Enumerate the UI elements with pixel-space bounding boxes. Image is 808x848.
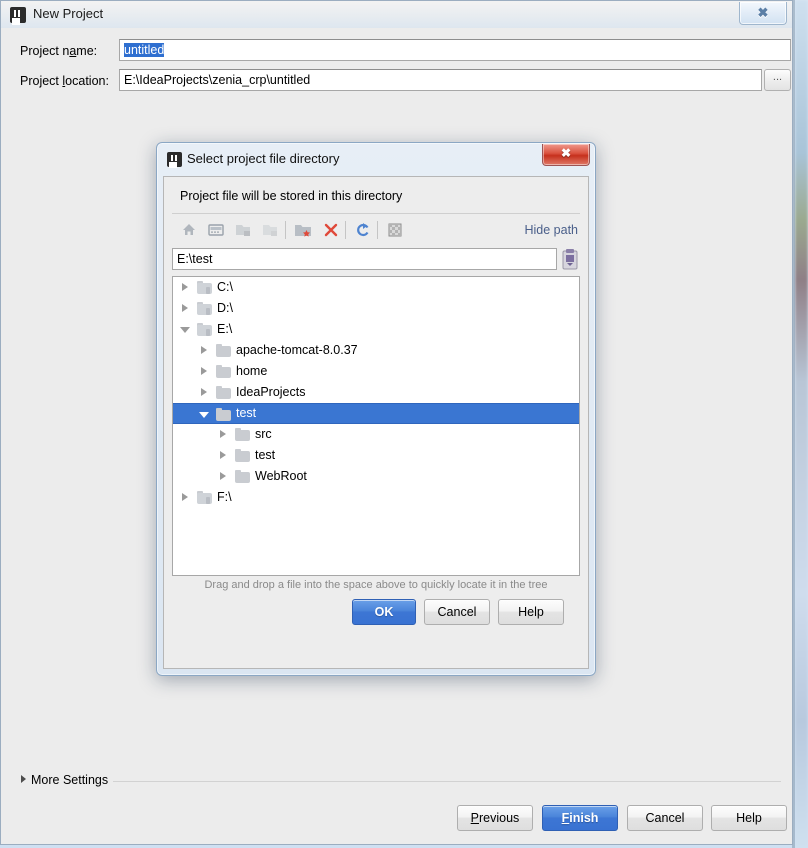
refresh-icon[interactable]: [352, 219, 374, 241]
help-button[interactable]: Help: [711, 805, 787, 831]
tree-row[interactable]: test: [173, 403, 579, 424]
dialog-titlebar: Select project file directory ✖: [157, 143, 595, 176]
folder-up-icon: [259, 219, 281, 241]
project-name-label: Project name:: [20, 44, 98, 58]
chevron-right-icon[interactable]: [198, 382, 212, 403]
tree-row-label: home: [236, 364, 268, 378]
toolbar-separator: [285, 221, 286, 239]
tree-row[interactable]: C:\: [173, 277, 579, 298]
dialog-close-button[interactable]: ✖: [542, 144, 590, 166]
drive-icon: [197, 302, 212, 315]
tree-row[interactable]: src: [173, 424, 579, 445]
project-name-input[interactable]: untitled: [119, 39, 791, 61]
intellij-logo-icon: [167, 152, 182, 167]
folder-icon: [235, 449, 250, 462]
finish-button[interactable]: Finish: [542, 805, 618, 831]
ok-button[interactable]: OK: [352, 599, 416, 625]
dialog-divider: [172, 213, 580, 214]
chevron-right-icon[interactable]: [217, 445, 231, 466]
tree-row[interactable]: F:\: [173, 487, 579, 508]
tree-row-label: WebRoot: [255, 469, 307, 483]
tree-row-label: C:\: [217, 280, 233, 294]
window-close-button[interactable]: ✖: [739, 2, 787, 25]
project-location-label: Project location:: [20, 74, 109, 88]
tree-hint-text: Drag and drop a file into the space abov…: [204, 579, 548, 591]
more-settings-toggle[interactable]: More Settings: [21, 773, 108, 787]
tree-row[interactable]: E:\: [173, 319, 579, 340]
tree-row-label: src: [255, 427, 272, 441]
tree-row-label: IdeaProjects: [236, 385, 306, 399]
path-input[interactable]: E:\test: [172, 248, 557, 270]
project-location-input[interactable]: E:\IdeaProjects\zenia_crp\untitled: [119, 69, 762, 91]
new-folder-icon[interactable]: [292, 219, 314, 241]
dialog-body: Project file will be stored in this dire…: [163, 176, 589, 669]
project-name-value: untitled: [124, 43, 165, 57]
toolbar-separator: [377, 221, 378, 239]
directory-tree[interactable]: C:\ D:\ E:\ apache-tomcat-8.0.37 home IdeaPro…: [172, 276, 580, 576]
dialog-toolbar: Hide path: [172, 215, 580, 245]
tree-row[interactable]: apache-tomcat-8.0.37: [173, 340, 579, 361]
tree-row-label: D:\: [217, 301, 233, 315]
chevron-right-icon[interactable]: [217, 466, 231, 487]
tree-row-label: E:\: [217, 322, 233, 336]
chevron-right-icon[interactable]: [198, 361, 212, 382]
hide-path-link[interactable]: Hide path: [524, 223, 578, 237]
help-button[interactable]: Help: [498, 599, 564, 625]
chevron-down-icon[interactable]: [198, 404, 212, 425]
window-title: New Project: [33, 6, 104, 21]
chevron-right-icon[interactable]: [179, 487, 193, 508]
drive-icon: [197, 323, 212, 336]
new-project-window: New Project ✖ Project name: untitled Pro…: [0, 0, 793, 845]
folder-icon: [235, 428, 250, 441]
desktop-icon[interactable]: [205, 219, 227, 241]
tree-row[interactable]: home: [173, 361, 579, 382]
folder-icon: [235, 470, 250, 483]
toolbar-separator: [345, 221, 346, 239]
tree-row-label: F:\: [217, 490, 232, 504]
home-icon[interactable]: [178, 219, 200, 241]
paste-clipboard-icon[interactable]: [560, 247, 580, 271]
more-settings-divider: [113, 781, 781, 782]
delete-icon[interactable]: [320, 219, 342, 241]
drive-icon: [197, 491, 212, 504]
show-hidden-icon[interactable]: [384, 219, 406, 241]
drive-icon: [197, 281, 212, 294]
close-icon: ✖: [560, 146, 572, 160]
backdrop-right-strip: [795, 0, 808, 848]
folder-down-icon: [232, 219, 254, 241]
chevron-right-icon[interactable]: [179, 298, 193, 319]
chevron-right-icon: [21, 775, 26, 783]
browse-location-button[interactable]: ...: [764, 69, 791, 91]
tree-row[interactable]: D:\: [173, 298, 579, 319]
folder-icon: [216, 365, 231, 378]
dialog-title: Select project file directory: [187, 151, 340, 166]
close-icon: ✖: [757, 5, 769, 20]
chevron-right-icon[interactable]: [179, 277, 193, 298]
tree-row-label: test: [236, 406, 257, 420]
folder-icon: [216, 344, 231, 357]
tree-row-label: apache-tomcat-8.0.37: [236, 343, 358, 357]
cancel-button[interactable]: Cancel: [627, 805, 703, 831]
tree-row-label: test: [255, 448, 276, 462]
select-directory-dialog: Select project file directory ✖ Project …: [156, 142, 596, 676]
folder-icon: [216, 408, 231, 421]
previous-button[interactable]: Previous: [457, 805, 533, 831]
dialog-prompt: Project file will be stored in this dire…: [180, 189, 403, 203]
chevron-right-icon[interactable]: [217, 424, 231, 445]
window-titlebar: New Project ✖: [1, 1, 792, 28]
more-settings-label: More Settings: [31, 773, 109, 787]
tree-row[interactable]: IdeaProjects: [173, 382, 579, 403]
tree-row[interactable]: test: [173, 445, 579, 466]
chevron-down-icon[interactable]: [179, 319, 193, 340]
chevron-right-icon[interactable]: [198, 340, 212, 361]
folder-icon: [216, 386, 231, 399]
cancel-button[interactable]: Cancel: [424, 599, 490, 625]
intellij-logo-icon: [10, 7, 26, 23]
tree-row[interactable]: WebRoot: [173, 466, 579, 487]
